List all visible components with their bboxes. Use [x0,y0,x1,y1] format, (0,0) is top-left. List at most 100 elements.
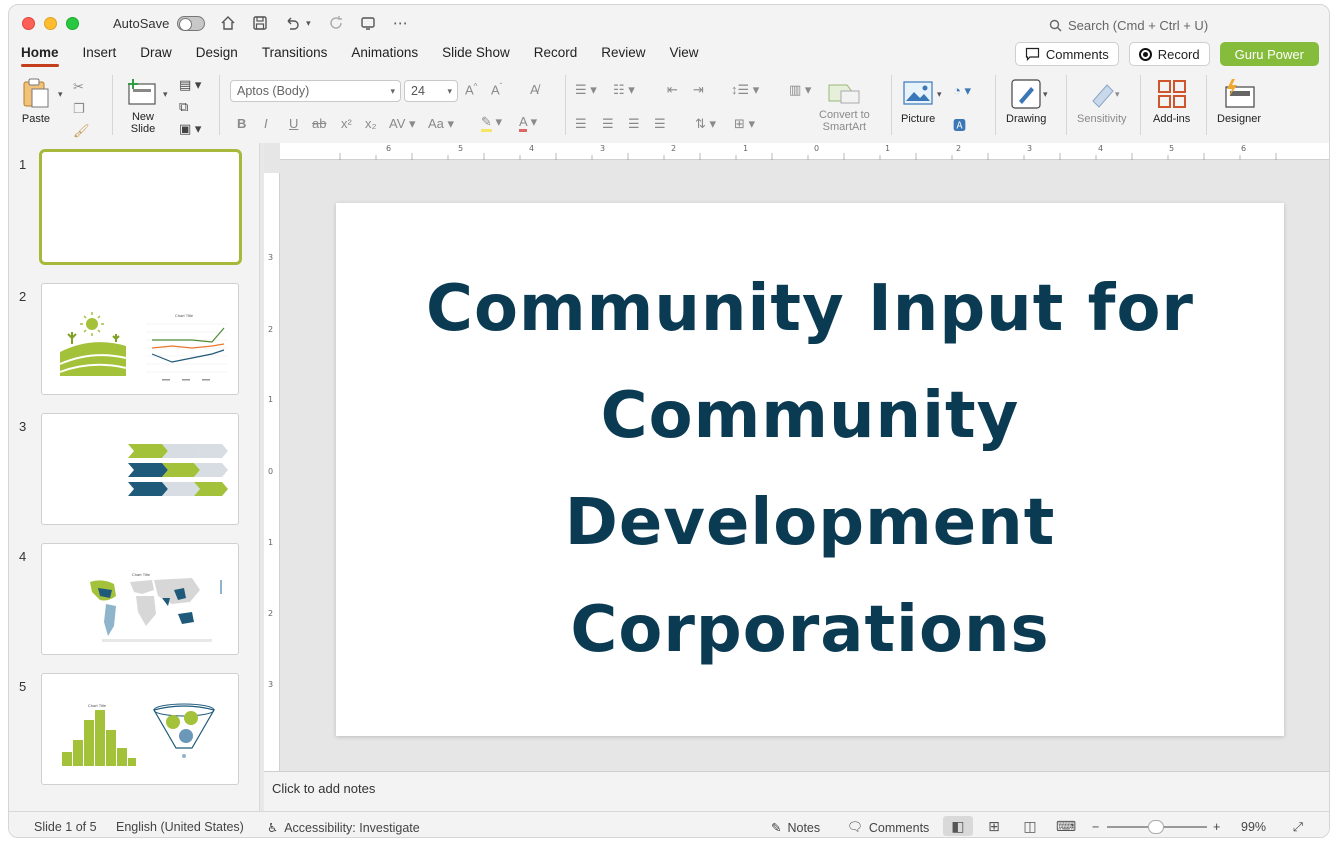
numbering-icon[interactable]: ☷ ▾ [613,82,635,98]
guru-power-button[interactable]: Guru Power [1219,42,1319,66]
format-painter-icon[interactable]: 🖌 [73,123,90,139]
sensitivity-button[interactable]: Sensitivity [1077,79,1127,125]
align-text-icon[interactable]: ⊞ ▾ [734,116,755,132]
slide-thumbnail-4[interactable]: Chart Title [41,543,239,655]
picture-dropdown-icon[interactable]: ▾ [937,89,942,100]
slideshow-view-button[interactable]: ⌨ [1051,816,1081,836]
slide-thumbnail-5[interactable]: Chart Title [41,673,239,785]
cut-icon[interactable]: ✂ [73,79,84,95]
bold-icon[interactable]: B [237,116,246,131]
zoom-slider-handle[interactable] [1148,820,1164,834]
increase-font-icon[interactable]: A^ [465,82,477,97]
tab-animations[interactable]: Animations [339,41,430,69]
text-direction-icon[interactable]: ⇅ ▾ [695,116,716,132]
new-slide-dropdown-icon[interactable]: ▾ [163,89,168,100]
paste-button[interactable]: Paste [21,77,51,125]
close-window-button[interactable] [22,16,35,30]
zoom-in-button[interactable]: + [1213,820,1220,834]
new-slide-button[interactable]: New Slide [127,77,159,135]
present-icon[interactable] [359,14,377,32]
tab-view[interactable]: View [658,41,711,69]
thumbnail-row[interactable]: 2 Chart Title [9,283,259,395]
slide-thumbnail-1[interactable] [39,149,242,265]
increase-indent-icon[interactable]: ⇥ [693,82,704,98]
underline-icon[interactable]: U [289,116,298,131]
accessibility-button[interactable]: ♿ Accessibility: Investigate [267,820,420,836]
justify-icon[interactable]: ☰ [654,116,666,132]
notes-pane[interactable]: Click to add notes [264,771,1329,811]
tab-design[interactable]: Design [184,41,250,69]
fit-slide-icon[interactable]: ⤢ [1293,820,1303,835]
designer-button[interactable]: Designer [1217,77,1261,125]
bullets-icon[interactable]: ☰ ▾ [575,82,597,98]
slide-sorter-button[interactable]: ⊞ [979,816,1009,836]
columns-icon[interactable]: ▥ ▾ [789,82,811,98]
slide-thumbnail-3[interactable] [41,413,239,525]
decrease-font-icon[interactable]: Aˇ [491,82,502,97]
font-color-icon[interactable]: A ▾ [519,114,537,132]
tab-insert[interactable]: Insert [71,41,129,69]
comments-button[interactable]: Comments [1014,42,1119,66]
comments-toggle-button[interactable]: 🗨 Comments [847,820,929,835]
italic-icon[interactable]: I [264,116,268,131]
vertical-ruler[interactable]: 3 2 1 0 1 2 3 [264,173,280,771]
drawing-button[interactable]: Drawing [1006,79,1046,125]
align-right-icon[interactable]: ☰ [628,116,640,132]
align-left-icon[interactable]: ☰ [575,116,587,132]
clear-format-icon[interactable]: A̸ [530,82,539,97]
slide-title[interactable]: Community Input for Community Developmen… [410,256,1210,684]
thumbnail-row[interactable]: 4 Chart Title [9,543,259,655]
subscript-icon[interactable]: x₂ [365,116,377,131]
undo-dropdown-icon[interactable]: ▾ [303,14,313,32]
font-size-select[interactable]: 24 ▾ [404,80,458,102]
highlight-icon[interactable]: ✎ ▾ [481,114,502,132]
zoom-level[interactable]: 99% [1241,820,1266,834]
align-center-icon[interactable]: ☰ [602,116,614,132]
paste-dropdown-icon[interactable]: ▾ [58,89,63,100]
slide-thumbnail-2[interactable]: Chart Title [41,283,239,395]
reading-view-button[interactable]: ◫ [1015,816,1045,836]
drawing-dropdown-icon[interactable]: ▾ [1043,89,1048,100]
save-icon[interactable] [251,14,269,32]
more-icon[interactable]: ⋯ [391,14,409,32]
search-box[interactable]: Search (Cmd + Ctrl + U) [1049,18,1208,33]
tab-draw[interactable]: Draw [128,41,184,69]
strikethrough-icon[interactable]: ab [312,116,326,131]
section-icon[interactable]: ▣ ▾ [179,121,201,137]
line-spacing-icon[interactable]: ↕☰ ▾ [731,82,759,98]
thumbnail-row[interactable]: 5 Chart Title [9,673,259,785]
redo-icon[interactable] [327,14,345,32]
change-case-icon[interactable]: Aa ▾ [428,116,454,132]
home-icon[interactable] [219,14,237,32]
minimize-window-button[interactable] [44,16,57,30]
slide-canvas[interactable]: Community Input for Community Developmen… [336,203,1284,736]
tab-review[interactable]: Review [589,41,657,69]
thumbnail-row[interactable]: 1 [9,149,259,265]
normal-view-button[interactable]: ◧ [943,816,973,836]
char-spacing-icon[interactable]: AV ▾ [389,116,416,132]
picture-button[interactable]: Picture [901,81,935,125]
zoom-out-button[interactable]: − [1092,820,1099,834]
language-indicator[interactable]: English (United States) [116,820,244,834]
tab-transitions[interactable]: Transitions [250,41,340,69]
shapes-icon[interactable]: ◔ ▾ [953,83,971,99]
layout-icon[interactable]: ▤ ▾ [179,77,201,93]
textbox-icon[interactable]: 🅰 [953,115,966,134]
undo-icon[interactable] [283,14,301,32]
thumbnail-row[interactable]: 3 [9,413,259,525]
tab-home[interactable]: Home [9,41,71,69]
notes-toggle-button[interactable]: ✎ Notes [771,820,820,836]
horizontal-ruler[interactable]: 6 5 4 3 2 1 0 1 2 3 4 5 6 [280,143,1329,160]
convert-smartart-button[interactable]: Convert to SmartArt [819,83,870,133]
addins-button[interactable]: Add-ins [1153,79,1190,125]
decrease-indent-icon[interactable]: ⇤ [667,82,678,98]
copy-icon[interactable]: ❐ [73,101,85,117]
tab-slide-show[interactable]: Slide Show [430,41,522,69]
superscript-icon[interactable]: x² [341,116,352,131]
sensitivity-dropdown-icon[interactable]: ▾ [1115,89,1120,100]
reset-icon[interactable]: ⧉ [179,99,188,115]
record-button[interactable]: Record [1128,42,1210,66]
autosave-toggle[interactable] [177,15,206,31]
zoom-window-button[interactable] [66,16,79,30]
tab-record[interactable]: Record [522,41,590,69]
